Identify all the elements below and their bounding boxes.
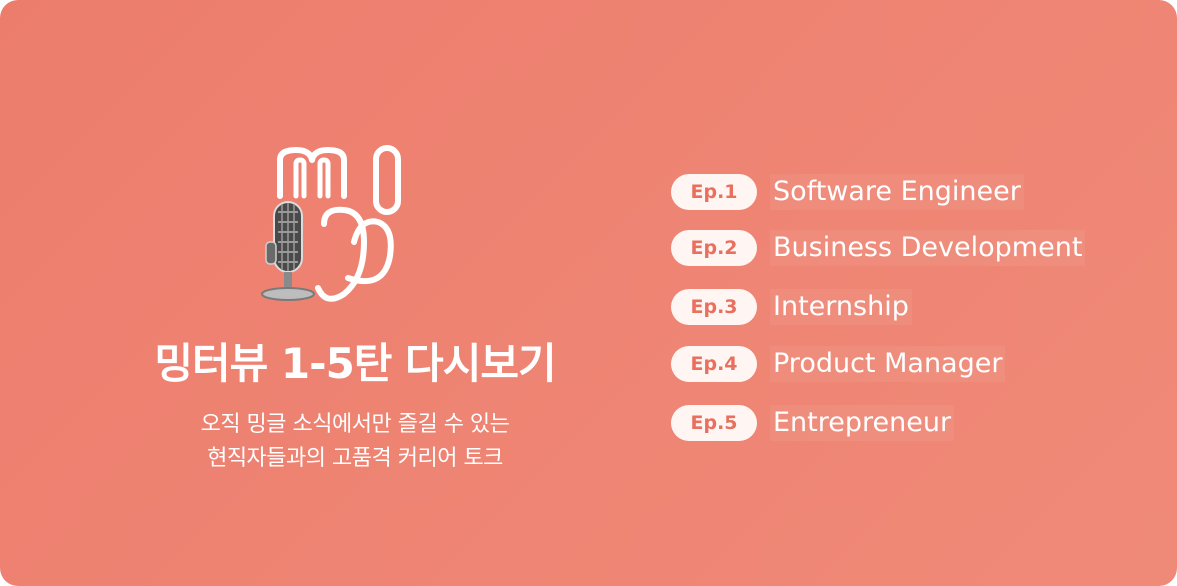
episode-title: Entrepreneur xyxy=(770,405,955,441)
episode-badge: Ep.3 xyxy=(671,289,757,325)
episode-badge: Ep.4 xyxy=(671,346,757,382)
episode-item-3[interactable]: Ep.3 Internship xyxy=(671,287,912,327)
subtitle-line-2: 현직자들과의 고품격 커리어 토크 xyxy=(207,446,503,471)
mingle-logo-icon xyxy=(261,145,401,302)
page-title: 밍터뷰 1-5탄 다시보기 xyxy=(154,339,556,388)
episode-item-4[interactable]: Ep.4 Product Manager xyxy=(671,344,1006,384)
episode-item-1[interactable]: Ep.1 Software Engineer xyxy=(671,172,1024,212)
episode-badge: Ep.1 xyxy=(671,174,757,210)
subtitle-line-1: 오직 밍글 소식에서만 즐길 수 있는 xyxy=(200,412,510,437)
episode-title: Internship xyxy=(770,289,912,325)
microphone-icon xyxy=(261,201,315,301)
episode-list: Ep.1 Software Engineer Ep.2 Business Dev… xyxy=(671,0,1151,586)
episode-item-2[interactable]: Ep.2 Business Development xyxy=(671,228,1086,268)
episode-badge: Ep.2 xyxy=(671,230,757,266)
promo-card: 밍터뷰 1-5탄 다시보기 오직 밍글 소식에서만 즐길 수 있는 현직자들과의… xyxy=(0,0,1177,586)
episode-title: Software Engineer xyxy=(770,174,1024,210)
subtitle: 오직 밍글 소식에서만 즐길 수 있는 현직자들과의 고품격 커리어 토크 xyxy=(100,408,610,476)
episode-title: Product Manager xyxy=(770,346,1006,382)
episode-title: Business Development xyxy=(770,230,1086,266)
episode-badge: Ep.5 xyxy=(671,405,757,441)
episode-item-5[interactable]: Ep.5 Entrepreneur xyxy=(671,403,955,443)
